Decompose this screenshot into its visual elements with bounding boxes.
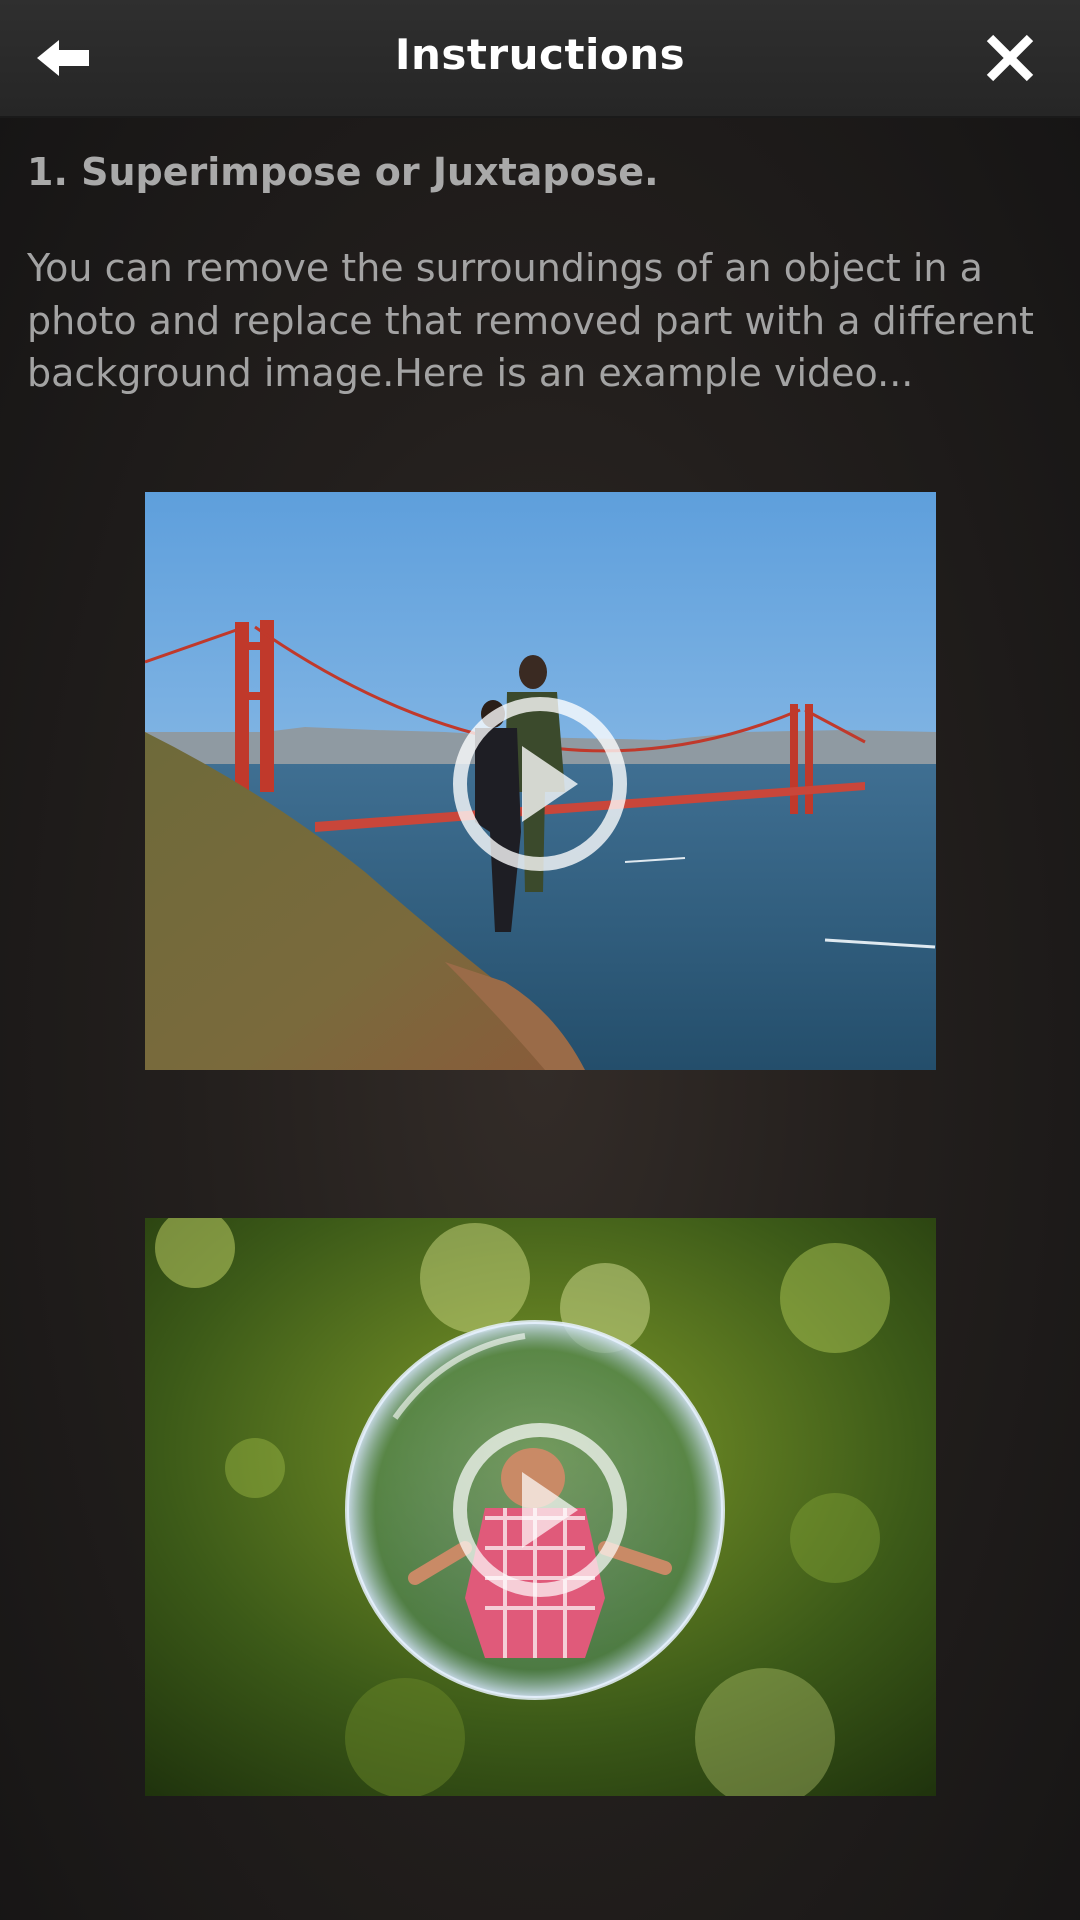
section-description: You can remove the surroundings of an ob… [27,246,1034,395]
section-heading: 1. Superimpose or Juxtapose. [27,150,659,194]
play-icon [453,1423,627,1597]
top-bar: Instructions [0,0,1080,118]
close-icon [986,34,1034,82]
example-video-bubble[interactable] [145,1218,936,1796]
page-title: Instructions [394,30,686,79]
play-icon [453,697,627,871]
close-button[interactable] [980,28,1040,88]
example-video-golden-gate[interactable] [145,492,936,1070]
